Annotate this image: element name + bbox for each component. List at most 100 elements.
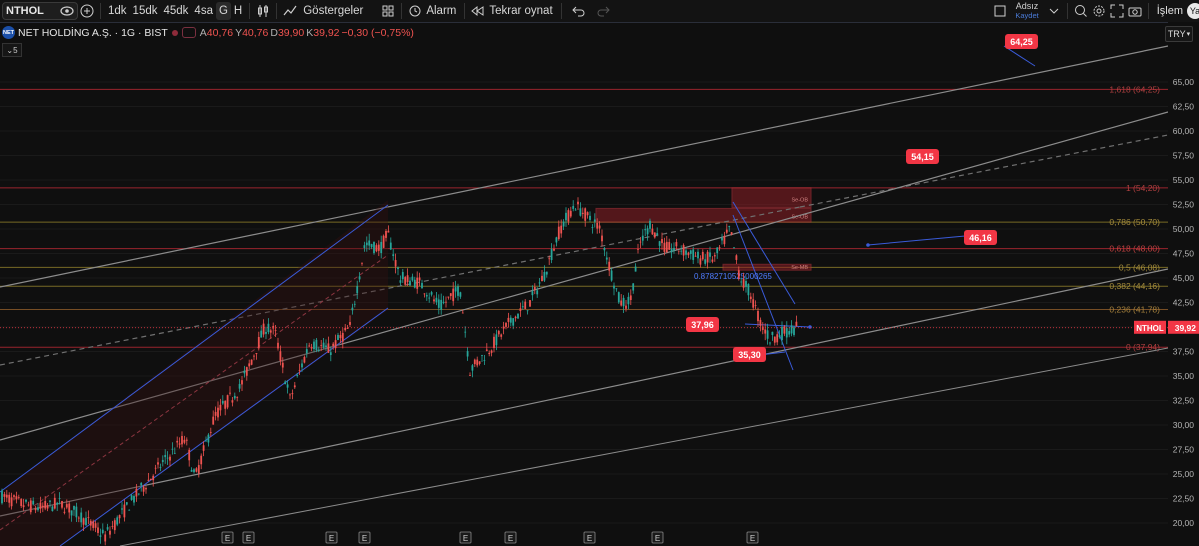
- candle-body: [279, 351, 282, 361]
- candle-body: [709, 252, 711, 257]
- candle-body: [104, 534, 107, 542]
- candle-body: [733, 247, 735, 249]
- price-callout-label: 46,16: [969, 233, 992, 243]
- price-callout-label: 64,25: [1010, 37, 1033, 47]
- candle-body: [673, 247, 675, 251]
- candle-body: [757, 311, 759, 322]
- earnings-marker-label: E: [463, 534, 468, 543]
- candle-body: [327, 343, 330, 353]
- candle-body: [27, 504, 30, 506]
- candle-body: [685, 250, 687, 255]
- candle-body: [10, 497, 13, 507]
- channel-median-line[interactable]: [799, 134, 1169, 208]
- candle-body: [65, 504, 68, 508]
- indicators-collapse-toggle[interactable]: ⌄ 5: [2, 43, 22, 57]
- high-value: 40,76: [242, 26, 269, 39]
- candle-body: [435, 297, 438, 303]
- candle-body: [773, 336, 776, 343]
- candle-body: [670, 248, 673, 253]
- candle-body: [737, 270, 740, 279]
- candle-body: [771, 331, 774, 336]
- candle-body: [433, 299, 435, 302]
- target-point[interactable]: [808, 325, 812, 329]
- candle-body: [262, 323, 265, 335]
- candle-body: [466, 351, 469, 357]
- candle-body: [137, 493, 140, 495]
- candle-body: [128, 509, 131, 511]
- candle-body: [509, 317, 512, 323]
- candle-body: [485, 349, 488, 351]
- candle-body: [80, 512, 83, 523]
- candle-body: [793, 327, 795, 335]
- candle-body: [375, 245, 378, 252]
- candle-body: [349, 322, 351, 325]
- candle-body: [725, 229, 728, 233]
- candle-body: [113, 520, 116, 531]
- currency-select[interactable]: TRY ▾: [1165, 26, 1193, 42]
- candle-body: [70, 510, 73, 516]
- candle-body: [176, 440, 179, 443]
- low-key: D: [270, 26, 278, 39]
- candle-body: [646, 228, 649, 235]
- candle-body: [567, 210, 570, 222]
- symbol-title[interactable]: NET HOLDİNG A.Ş. · 1G · BIST: [18, 27, 168, 39]
- earnings-marker-label: E: [225, 534, 230, 543]
- candle-body: [689, 250, 692, 254]
- candle-body: [461, 312, 464, 314]
- candle-body: [713, 255, 716, 257]
- candle-body: [675, 242, 678, 247]
- candle-body: [248, 363, 251, 367]
- candle-body: [152, 475, 155, 481]
- candle-body: [449, 293, 452, 296]
- order-block-zone[interactable]: [595, 207, 812, 223]
- candle-body: [562, 221, 565, 227]
- candle-body: [63, 511, 66, 513]
- candle-body: [291, 393, 294, 395]
- candle-body: [200, 455, 203, 465]
- candle-body: [56, 502, 59, 505]
- price-axis-tick: 30,00: [1173, 420, 1195, 430]
- candle-body: [459, 292, 462, 297]
- candle-body: [101, 529, 104, 534]
- candle-body: [370, 244, 373, 248]
- candle-body: [75, 506, 78, 518]
- price-axis-tick: 35,00: [1173, 371, 1195, 381]
- candle-body: [641, 235, 644, 241]
- candle-body: [322, 342, 325, 348]
- candle-body: [13, 495, 15, 497]
- candle-body: [507, 317, 510, 322]
- price-chart[interactable]: 1,618 (64,25) 1 (54,20) 0,786 (50,70) 0,618…: [0, 0, 1199, 546]
- target-line-mid[interactable]: [867, 235, 966, 246]
- candle-body: [97, 527, 99, 533]
- candle-body: [118, 515, 121, 519]
- candle-body: [34, 508, 37, 511]
- candle-body: [764, 329, 767, 334]
- candle-body: [245, 367, 248, 376]
- candle-body: [442, 301, 445, 303]
- candle-body: [615, 288, 618, 290]
- candle-body: [430, 292, 433, 295]
- candle-body: [519, 308, 522, 312]
- flag-icon[interactable]: [181, 27, 196, 38]
- candle-body: [627, 296, 630, 305]
- candle-body: [481, 355, 483, 356]
- candle-body: [406, 275, 409, 283]
- candle-body: [61, 500, 63, 508]
- target-point[interactable]: [866, 243, 870, 247]
- candle-body: [221, 401, 224, 404]
- candle-body: [550, 249, 553, 261]
- candle-body: [716, 247, 719, 254]
- candle-body: [106, 527, 109, 530]
- fib-level-label: 1,618 (64,25): [1109, 84, 1160, 94]
- candle-body: [94, 523, 97, 528]
- candle-body: [769, 342, 771, 344]
- candle-body: [529, 300, 531, 307]
- candle-body: [320, 345, 323, 346]
- price-axis-tick: 55,00: [1173, 175, 1195, 185]
- candle-body: [243, 370, 246, 374]
- candle-body: [178, 443, 181, 445]
- candle-body: [649, 220, 651, 229]
- candle-body: [533, 286, 536, 290]
- candle-body: [437, 299, 440, 308]
- candle-body: [603, 247, 606, 251]
